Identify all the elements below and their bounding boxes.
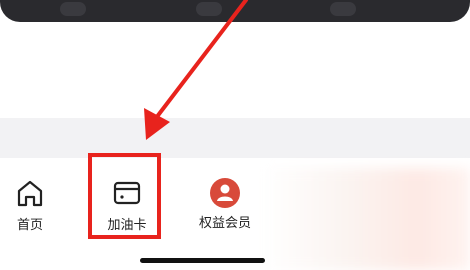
content-divider bbox=[0, 118, 470, 158]
search-bar[interactable] bbox=[0, 0, 470, 22]
tab-member[interactable]: 权益会员 bbox=[190, 176, 260, 231]
blurred-tab-area bbox=[262, 168, 470, 270]
member-icon bbox=[210, 178, 240, 208]
app-screen: 首页 加油卡 权益会员 bbox=[0, 0, 470, 270]
tab-member-label: 权益会员 bbox=[198, 215, 251, 230]
search-bar-item bbox=[60, 2, 86, 16]
tab-home-label: 首页 bbox=[16, 217, 43, 232]
home-indicator bbox=[140, 258, 265, 263]
search-bar-item bbox=[196, 2, 222, 16]
home-icon bbox=[17, 180, 43, 207]
tab-home[interactable]: 首页 bbox=[0, 176, 65, 233]
highlight-box bbox=[88, 153, 161, 239]
search-bar-item bbox=[330, 2, 356, 16]
